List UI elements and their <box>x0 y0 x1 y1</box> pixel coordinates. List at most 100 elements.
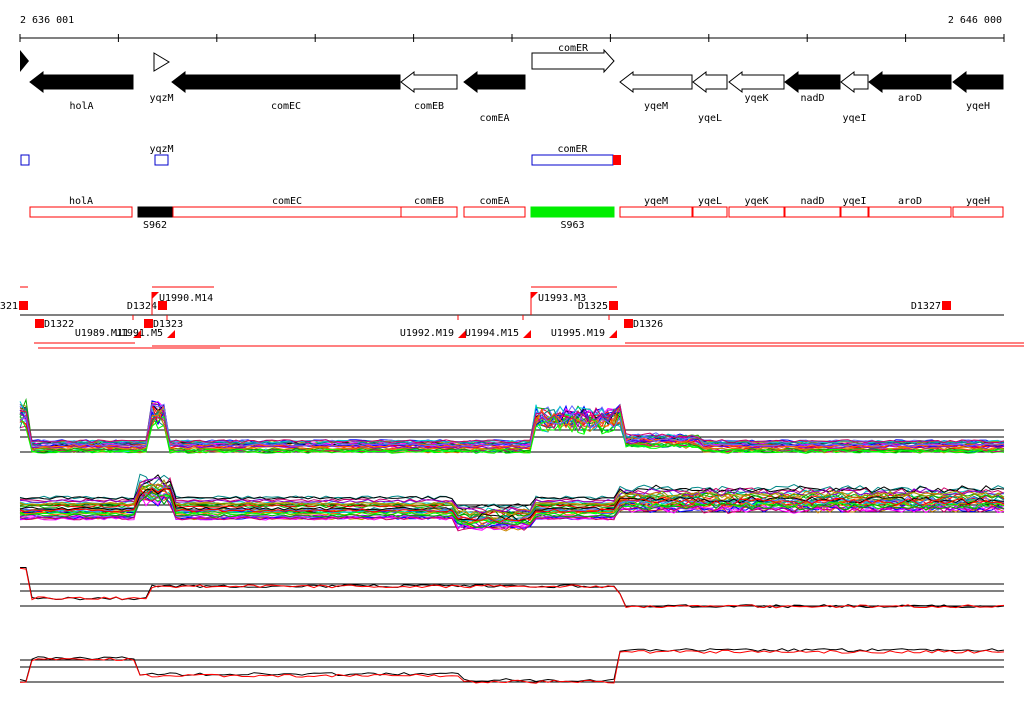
segment-box[interactable] <box>952 206 1004 218</box>
gene-arrow[interactable] <box>692 70 728 94</box>
segment-yqeL[interactable]: yqeL <box>692 196 728 218</box>
ruler-start-label: 2 636 001 <box>20 15 74 26</box>
gene-aroD[interactable]: aroD <box>868 70 952 104</box>
gene-yqeK[interactable]: yqeK <box>728 70 785 104</box>
feature-box[interactable] <box>154 154 169 166</box>
genome-browser-diagram: 2 636 001 2 646 000 holA yqzM comEC comEB co… <box>0 15 1024 684</box>
segment-label: yqeH <box>966 196 990 207</box>
gene-label: yqeM <box>644 101 668 112</box>
transcript-D1326[interactable]: D1326 <box>624 319 663 330</box>
feature-box[interactable] <box>531 154 614 166</box>
segment-box[interactable] <box>172 206 402 218</box>
transcript-track[interactable]: D1321D1324D1325D1327U1990.M14U1993.M3D13… <box>0 286 1024 349</box>
segment-comEC[interactable]: comEC <box>172 196 402 218</box>
gene-nadD[interactable]: nadD <box>784 70 841 104</box>
transcript-label: D1322 <box>44 319 74 330</box>
feature-track[interactable]: yqzM comER <box>20 144 621 166</box>
transcript-D1321[interactable]: D1321 <box>0 301 28 312</box>
gene-arrow[interactable] <box>952 70 1004 94</box>
profile-panel <box>19 567 1005 609</box>
gene-label: yqeI <box>842 113 866 124</box>
gene-comEA[interactable]: comEA <box>463 70 526 124</box>
profile-panel <box>19 397 1005 454</box>
special-segment-S962[interactable]: S962 <box>137 206 173 231</box>
transcript-U1992.M19[interactable]: U1992.M19 <box>400 315 466 339</box>
segment-box[interactable] <box>692 206 728 218</box>
feature-yqzM[interactable]: yqzM <box>149 144 174 166</box>
segment-yqeK[interactable]: yqeK <box>728 196 785 218</box>
segment-label: yqeI <box>842 196 866 207</box>
gene-arrow[interactable] <box>868 70 952 94</box>
gene-comEC[interactable]: comEC <box>171 70 401 112</box>
feature-unnamed[interactable] <box>20 154 30 166</box>
segment-box[interactable] <box>728 206 785 218</box>
gene-yqzM[interactable]: yqzM <box>149 52 174 104</box>
special-segment-label: S963 <box>560 220 584 231</box>
special-segment-S963[interactable]: S963 <box>530 206 615 231</box>
gene-comER[interactable]: comER <box>531 43 615 74</box>
transcript-marker[interactable] <box>609 301 618 310</box>
segment-box[interactable] <box>619 206 693 218</box>
segment-aroD[interactable]: aroD <box>868 196 952 218</box>
special-segment-box[interactable] <box>137 206 173 218</box>
gene-yqeL[interactable]: yqeL <box>692 70 728 124</box>
transcript-D1322[interactable]: D1322 <box>35 319 74 330</box>
gene-holA[interactable]: holA <box>29 70 134 112</box>
transcript-D1327[interactable]: D1327 <box>911 301 951 312</box>
segment-label: comEA <box>479 196 509 207</box>
segment-track[interactable]: holA comEC comEB comEA yqeM yqeL yqeK nadD yqeI a… <box>29 196 1004 231</box>
gene-arrow[interactable] <box>153 52 170 72</box>
transcript-marker[interactable] <box>19 301 28 310</box>
segment-label: yqeK <box>744 196 768 207</box>
transcript-label: D1321 <box>0 301 18 312</box>
gene-yqeM[interactable]: yqeM <box>619 70 693 112</box>
segment-box[interactable] <box>840 206 869 218</box>
gene-arrow[interactable] <box>400 70 458 94</box>
gene-arrow[interactable] <box>728 70 785 94</box>
transcript-label: U1993.M3 <box>538 293 586 304</box>
gene-yqeI[interactable]: yqeI <box>840 70 869 124</box>
gene-arrow[interactable] <box>619 70 693 94</box>
transcript-U1994.M15[interactable]: U1994.M15 <box>465 315 531 339</box>
gene-label: comEA <box>479 113 509 124</box>
transcript-U1995.M19[interactable]: U1995.M19 <box>551 315 617 339</box>
transcript-marker[interactable] <box>942 301 951 310</box>
segment-yqeI[interactable]: yqeI <box>840 196 869 218</box>
feature-comER[interactable]: comER <box>531 144 621 166</box>
transcript-marker[interactable] <box>624 319 633 328</box>
gene-arrow[interactable] <box>840 70 869 94</box>
gene-label: yqeK <box>744 93 768 104</box>
segment-holA[interactable]: holA <box>29 196 133 218</box>
transcript-marker[interactable] <box>35 319 44 328</box>
segment-comEA[interactable]: comEA <box>463 196 526 218</box>
segment-box[interactable] <box>463 206 526 218</box>
segment-yqeM[interactable]: yqeM <box>619 196 693 218</box>
gene-label: nadD <box>800 93 824 104</box>
gene-comEB[interactable]: comEB <box>400 70 458 112</box>
gene-track[interactable]: holA yqzM comEC comEB comEA comER yqeM yqeL yqeK… <box>29 43 1004 124</box>
gene-yqeH[interactable]: yqeH <box>952 70 1004 112</box>
profile-panel <box>19 648 1005 684</box>
segment-box[interactable] <box>868 206 952 218</box>
segment-label: yqeM <box>644 196 668 207</box>
gene-label: yqzM <box>149 93 173 104</box>
gene-arrow[interactable] <box>463 70 526 94</box>
transcript-marker[interactable] <box>144 319 153 328</box>
gene-arrow[interactable] <box>171 70 401 94</box>
upstream-flag-icon <box>523 330 531 338</box>
segment-yqeH[interactable]: yqeH <box>952 196 1004 218</box>
gene-label: holA <box>69 101 93 112</box>
transcript-label: D1327 <box>911 301 941 312</box>
segment-box[interactable] <box>400 206 458 218</box>
upstream-flag-icon <box>531 292 538 299</box>
segment-box[interactable] <box>784 206 841 218</box>
feature-box[interactable] <box>20 154 30 166</box>
gene-arrow[interactable] <box>784 70 841 94</box>
segment-nadD[interactable]: nadD <box>784 196 841 218</box>
segment-box[interactable] <box>29 206 133 218</box>
transcript-U1990.M14[interactable]: U1990.M14 <box>151 292 213 315</box>
segment-label: nadD <box>800 196 824 207</box>
special-segment-box[interactable] <box>530 206 615 218</box>
segment-comEB[interactable]: comEB <box>400 196 458 218</box>
gene-arrow[interactable] <box>29 70 134 94</box>
